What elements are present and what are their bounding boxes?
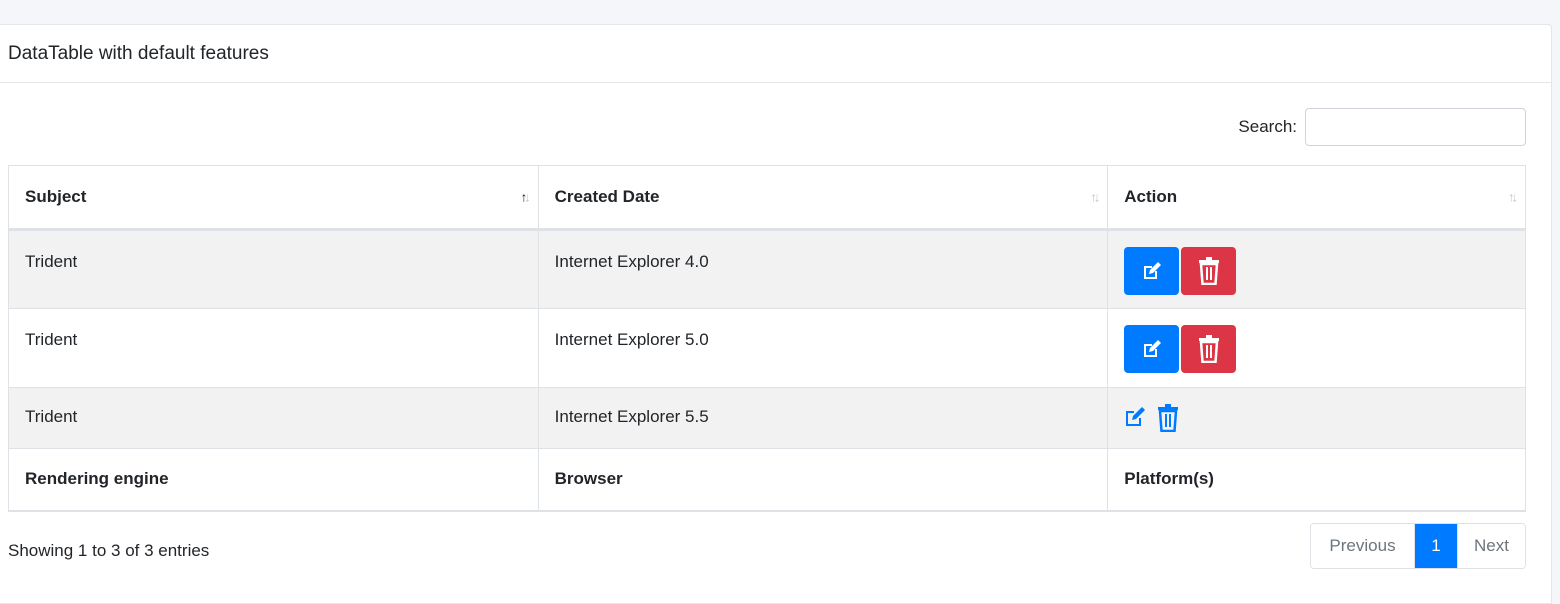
delete-button[interactable]: [1181, 247, 1237, 295]
cell-action: [1107, 229, 1526, 309]
trash-icon: [1198, 257, 1219, 285]
edit-link[interactable]: [1124, 404, 1148, 433]
edit-icon: [1143, 340, 1161, 357]
delete-button[interactable]: [1181, 325, 1237, 373]
footer-cell: Platform(s): [1107, 448, 1526, 512]
table-row: Trident Internet Explorer 5.5: [8, 387, 1526, 449]
datatable-card: DataTable with default features Search: …: [0, 24, 1552, 604]
cell-created-date: Internet Explorer 5.5: [537, 387, 1109, 449]
sort-icon: ↑↓: [520, 189, 531, 205]
cell-action: [1107, 387, 1526, 449]
cell-created-date: Internet Explorer 5.0: [537, 308, 1109, 388]
edit-button[interactable]: [1124, 247, 1180, 295]
footer-row: Rendering engine Browser Platform(s): [8, 448, 1526, 512]
pagination: Previous 1 Next: [1310, 523, 1526, 569]
edit-icon: [1143, 262, 1161, 279]
search-box: Search:: [1238, 108, 1526, 146]
trash-icon: [1158, 404, 1179, 433]
delete-link[interactable]: [1156, 404, 1180, 437]
card-title: DataTable with default features: [8, 42, 269, 64]
table-row: Trident Internet Explorer 4.0: [8, 229, 1526, 309]
data-table: Subject ↑↓ Created Date ↑↓ Action ↑↓ Tri…: [8, 165, 1526, 512]
column-header-label: Action: [1124, 187, 1178, 206]
sort-icon: ↑↓: [1090, 189, 1100, 205]
card-header: DataTable with default features: [0, 25, 1551, 83]
column-header-label: Created Date: [554, 187, 660, 206]
cell-action: [1107, 308, 1526, 388]
cell-subject: Trident: [8, 229, 539, 309]
column-header-label: Subject: [25, 187, 87, 206]
cell-subject: Trident: [8, 308, 539, 388]
next-page-button[interactable]: Next: [1457, 524, 1525, 568]
column-header-action[interactable]: Action ↑↓: [1107, 165, 1526, 231]
column-header-created-date[interactable]: Created Date ↑↓: [537, 165, 1109, 231]
edit-icon: [1126, 407, 1146, 426]
search-input[interactable]: [1305, 108, 1526, 146]
footer-cell: Browser: [537, 448, 1109, 512]
search-label: Search:: [1238, 117, 1297, 136]
sort-icon: ↑↓: [1508, 189, 1518, 205]
cell-created-date: Internet Explorer 4.0: [537, 229, 1109, 309]
trash-icon: [1198, 335, 1219, 363]
cell-subject: Trident: [8, 387, 539, 449]
page-1-button[interactable]: 1: [1415, 524, 1457, 568]
header-row: Subject ↑↓ Created Date ↑↓ Action ↑↓: [8, 165, 1526, 231]
footer-cell: Rendering engine: [8, 448, 539, 512]
previous-page-button[interactable]: Previous: [1311, 524, 1415, 568]
table-row: Trident Internet Explorer 5.0: [8, 308, 1526, 388]
edit-button[interactable]: [1124, 325, 1180, 373]
table-info: Showing 1 to 3 of 3 entries: [8, 541, 210, 560]
column-header-subject[interactable]: Subject ↑↓: [8, 165, 539, 231]
